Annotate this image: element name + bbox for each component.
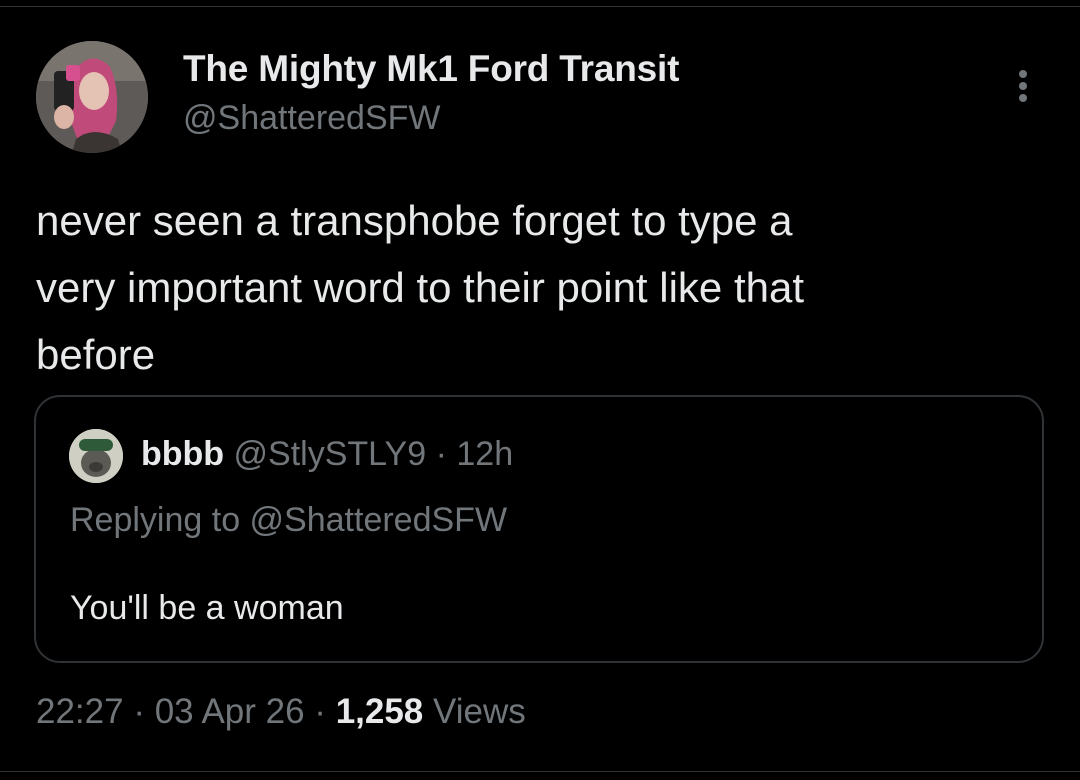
tweet-date[interactable]: 03 Apr 26	[155, 692, 305, 731]
meta-separator: ·	[133, 692, 145, 731]
quoted-timestamp[interactable]: 12h	[456, 435, 513, 473]
replying-to-line: Replying to @ShatteredSFW	[70, 501, 507, 540]
top-divider	[0, 6, 1080, 7]
more-dots-icon[interactable]	[1006, 66, 1040, 106]
quoted-tweet-card[interactable]: bbbb @StlySTLY9 · 12h Replying to @Shatt…	[34, 395, 1044, 663]
author-avatar[interactable]	[36, 41, 148, 153]
tweet-text: never seen a transphobe forget to type a…	[36, 197, 805, 378]
replying-to-handle[interactable]: @ShatteredSFW	[250, 501, 508, 539]
quoted-author-handle[interactable]: @StlySTLY9	[234, 435, 427, 473]
quoted-author-name[interactable]: bbbb	[141, 435, 224, 473]
quoted-author-avatar-image	[69, 429, 123, 483]
tweet-time[interactable]: 22:27	[36, 692, 124, 731]
views-count[interactable]: 1,258	[336, 692, 424, 731]
quoted-tweet-text: You'll be a woman	[70, 589, 344, 627]
quoted-header: bbbb @StlySTLY9 · 12h	[141, 435, 513, 474]
author-handle[interactable]: @ShatteredSFW	[183, 99, 441, 138]
quoted-author-avatar[interactable]	[69, 429, 123, 483]
bottom-divider	[0, 771, 1080, 772]
author-display-name[interactable]: The Mighty Mk1 Ford Transit	[183, 48, 679, 90]
meta-separator: ·	[314, 692, 326, 731]
quoted-separator: ·	[435, 435, 447, 473]
author-avatar-image	[36, 41, 148, 153]
replying-to-prefix: Replying to	[70, 501, 250, 539]
tweet-meta: 22:27 · 03 Apr 26 · 1,258 Views	[36, 692, 526, 732]
views-label: Views	[433, 692, 526, 731]
